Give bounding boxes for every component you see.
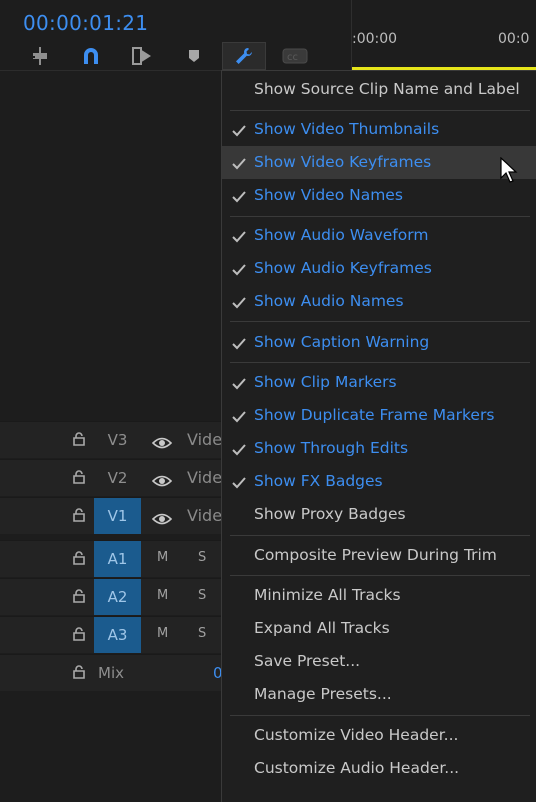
- checkmark-icon: [232, 261, 246, 280]
- track-name[interactable]: A1: [94, 541, 141, 577]
- menu-item-show-video-thumbnails[interactable]: Show Video Thumbnails: [222, 113, 536, 146]
- menu-item-manage-presets[interactable]: Manage Presets...: [222, 678, 536, 711]
- menu-separator: [230, 110, 530, 111]
- eye-icon[interactable]: [151, 434, 173, 453]
- menu-item-customize-video-header[interactable]: Customize Video Header...: [222, 719, 536, 752]
- captions-icon[interactable]: cc: [280, 42, 310, 70]
- checkmark-icon: [232, 408, 246, 427]
- ruler-time-label: 00:0: [498, 31, 530, 47]
- track-name[interactable]: A3: [94, 617, 141, 653]
- menu-item-show-source-clip-name[interactable]: Show Source Clip Name and Label: [222, 73, 536, 106]
- menu-separator: [230, 575, 530, 576]
- checkmark-icon: [232, 375, 246, 394]
- checkmark-icon: [232, 335, 246, 354]
- lock-icon[interactable]: [72, 664, 86, 683]
- track-header-v2[interactable]: V2 Vide: [0, 459, 222, 496]
- menu-item-show-audio-names[interactable]: Show Audio Names: [222, 285, 536, 318]
- eye-icon[interactable]: [151, 472, 173, 491]
- track-header-v3[interactable]: V3 Vide: [0, 421, 222, 458]
- checkmark-icon: [232, 188, 246, 207]
- track-name[interactable]: V3: [94, 422, 141, 458]
- solo-button[interactable]: S: [198, 550, 206, 565]
- menu-item-save-preset[interactable]: Save Preset...: [222, 645, 536, 678]
- menu-item-show-caption-warning[interactable]: Show Caption Warning: [222, 326, 536, 359]
- timecode[interactable]: 00:00:01:21: [23, 11, 148, 35]
- track-label: Vide: [187, 468, 223, 487]
- svg-text:cc: cc: [287, 52, 298, 63]
- menu-item-show-audio-waveform[interactable]: Show Audio Waveform: [222, 219, 536, 252]
- lock-icon[interactable]: [72, 550, 86, 569]
- timeline-settings-wrench-icon[interactable]: [222, 42, 266, 70]
- track-header-a3[interactable]: A3 M S: [0, 616, 222, 653]
- checkmark-icon: [232, 122, 246, 141]
- track-header-a2[interactable]: A2 M S: [0, 578, 222, 615]
- eye-icon[interactable]: [151, 510, 173, 529]
- track-name[interactable]: V1: [94, 498, 141, 534]
- menu-separator: [230, 535, 530, 536]
- snap-icon[interactable]: [76, 42, 106, 70]
- checkmark-icon: [232, 155, 246, 174]
- menu-item-show-through-edits[interactable]: Show Through Edits: [222, 432, 536, 465]
- lock-icon[interactable]: [72, 626, 86, 645]
- track-label: Vide: [187, 506, 223, 525]
- track-name: Mix: [98, 664, 124, 682]
- solo-button[interactable]: S: [198, 588, 206, 603]
- insert-sequence-nest-icon[interactable]: [25, 42, 55, 70]
- track-header-a1[interactable]: A1 M S: [0, 540, 222, 577]
- mute-button[interactable]: M: [157, 626, 168, 641]
- menu-item-show-audio-keyframes[interactable]: Show Audio Keyframes: [222, 252, 536, 285]
- track-name[interactable]: A2: [94, 579, 141, 615]
- linked-selection-icon[interactable]: [127, 42, 157, 70]
- checkmark-icon: [232, 294, 246, 313]
- lock-icon[interactable]: [72, 469, 86, 488]
- checkmark-icon: [232, 228, 246, 247]
- add-marker-icon[interactable]: [179, 42, 209, 70]
- menu-item-show-video-names[interactable]: Show Video Names: [222, 179, 536, 212]
- track-header-v1[interactable]: V1 Vide: [0, 497, 222, 534]
- lock-icon[interactable]: [72, 507, 86, 526]
- menu-separator: [230, 321, 530, 322]
- menu-item-show-fx-badges[interactable]: Show FX Badges: [222, 465, 536, 498]
- menu-item-customize-audio-header[interactable]: Customize Audio Header...: [222, 752, 536, 785]
- menu-separator: [230, 715, 530, 716]
- solo-button[interactable]: S: [198, 626, 206, 641]
- menu-item-composite-preview-during-trim[interactable]: Composite Preview During Trim: [222, 539, 536, 572]
- mouse-cursor-icon: [500, 156, 518, 189]
- menu-item-show-duplicate-frame-markers[interactable]: Show Duplicate Frame Markers: [222, 399, 536, 432]
- mute-button[interactable]: M: [157, 588, 168, 603]
- menu-separator: [230, 216, 530, 217]
- track-header-mix[interactable]: Mix 0: [0, 654, 223, 691]
- checkmark-icon: [232, 441, 246, 460]
- checkmark-icon: [232, 474, 246, 493]
- menu-item-show-proxy-badges[interactable]: Show Proxy Badges: [222, 498, 536, 531]
- track-label: Vide: [187, 430, 223, 449]
- menu-separator: [230, 362, 530, 363]
- menu-item-show-video-keyframes[interactable]: Show Video Keyframes: [222, 146, 536, 179]
- lock-icon[interactable]: [72, 431, 86, 450]
- menu-item-expand-all-tracks[interactable]: Expand All Tracks: [222, 612, 536, 645]
- menu-item-minimize-all-tracks[interactable]: Minimize All Tracks: [222, 579, 536, 612]
- mute-button[interactable]: M: [157, 550, 168, 565]
- timeline-settings-menu: Show Source Clip Name and Label Show Vid…: [221, 70, 536, 802]
- lock-icon[interactable]: [72, 588, 86, 607]
- menu-item-show-clip-markers[interactable]: Show Clip Markers: [222, 366, 536, 399]
- track-name[interactable]: V2: [94, 460, 141, 496]
- ruler-time-label: :00:00: [352, 31, 398, 47]
